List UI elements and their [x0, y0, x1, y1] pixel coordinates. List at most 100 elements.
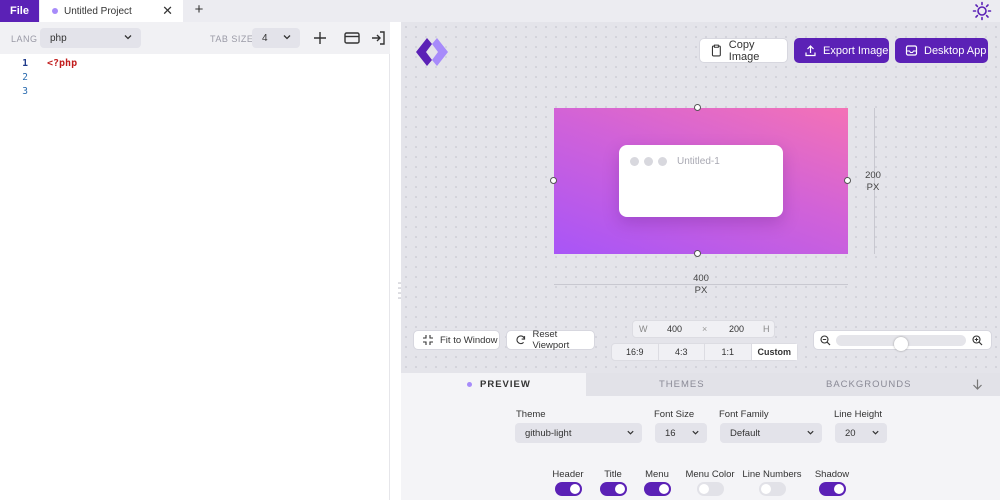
zoom-slider[interactable]: [836, 335, 966, 351]
chevron-down-icon: [872, 430, 879, 435]
settings-panel: PREVIEW THEMES BACKGROUNDS Theme github-…: [401, 373, 1000, 500]
height-value: 200: [865, 170, 881, 181]
card-icon[interactable]: [343, 29, 361, 47]
desktop-app-button[interactable]: Desktop App: [895, 38, 988, 63]
tabsize-value: 4: [262, 32, 268, 44]
chevron-down-icon: [627, 430, 634, 435]
toggle-line-numbers[interactable]: [759, 482, 786, 496]
editor-toolbar: LANG php TAB SIZE 4: [0, 22, 390, 54]
tab-untitled-project[interactable]: Untitled Project ✕: [40, 0, 183, 22]
tab-preview-label: PREVIEW: [480, 379, 531, 390]
line-height-select[interactable]: 20: [835, 423, 887, 443]
toggle-knob: [570, 484, 580, 494]
unsaved-dot-icon: [52, 8, 58, 14]
toggle-menu[interactable]: [644, 482, 671, 496]
height-input[interactable]: 200: [729, 324, 744, 334]
window-dot: [630, 157, 639, 166]
height-unit: PX: [866, 182, 880, 193]
sun-icon[interactable]: [972, 1, 992, 21]
tab-themes[interactable]: THEMES: [659, 373, 705, 396]
toggle-menu-color[interactable]: [697, 482, 724, 496]
toggle-title[interactable]: [600, 482, 627, 496]
width-input[interactable]: 400: [667, 324, 682, 334]
lang-value: php: [50, 32, 67, 44]
fit-to-window-label: Fit to Window: [440, 334, 498, 346]
toggle-knob: [699, 484, 709, 494]
font-size-value: 16: [665, 427, 676, 439]
theme-label: Theme: [516, 409, 546, 420]
image-canvas[interactable]: Untitled-1: [550, 104, 851, 257]
font-size-select[interactable]: 16: [655, 423, 707, 443]
upload-icon: [805, 45, 816, 57]
plus-icon[interactable]: [311, 29, 329, 47]
reset-viewport-button[interactable]: Reset Viewport: [506, 329, 595, 351]
tab-preview[interactable]: PREVIEW: [401, 373, 586, 396]
code-window-preview: Untitled-1: [619, 145, 783, 217]
line-height-value: 20: [845, 427, 856, 439]
ratio-16-9-button[interactable]: 16:9: [612, 344, 659, 360]
font-family-value: Default: [730, 427, 761, 439]
lang-label: LANG: [11, 34, 38, 44]
line-number-gutter: 1 2 3: [0, 58, 36, 100]
toggle-header[interactable]: [555, 482, 582, 496]
line-number: 2: [22, 72, 28, 83]
toggle-knob: [834, 484, 844, 494]
lang-select[interactable]: php: [40, 28, 141, 48]
toggle-knob: [615, 484, 625, 494]
tabsize-select[interactable]: 4: [252, 28, 300, 48]
line-number: 3: [22, 86, 28, 97]
resize-handle-left[interactable]: [550, 177, 557, 184]
toggle-knob: [659, 484, 669, 494]
theme-select[interactable]: github-light: [515, 423, 642, 443]
toggle-label-line-numbers: Line Numbers: [742, 469, 802, 480]
zoom-in-icon[interactable]: [972, 335, 983, 346]
zoom-out-icon[interactable]: [820, 335, 831, 346]
resize-handle-right[interactable]: [844, 177, 851, 184]
login-icon[interactable]: [369, 29, 387, 47]
app-logo: [416, 38, 448, 66]
code-line[interactable]: <?php: [47, 58, 77, 69]
width-unit: PX: [694, 285, 708, 296]
aspect-ratio-group: 16:9 4:3 1:1 Custom: [611, 343, 798, 361]
inbox-icon: [905, 45, 918, 56]
ratio-custom-button[interactable]: Custom: [751, 344, 797, 360]
height-dimension-label: 200 PX: [860, 170, 886, 194]
resize-handle-bottom[interactable]: [694, 250, 701, 257]
active-dot-icon: [467, 382, 472, 387]
arrow-down-icon[interactable]: [971, 378, 984, 391]
times-icon: ×: [702, 324, 708, 334]
export-image-label: Export Image: [823, 44, 889, 57]
line-number: 1: [22, 58, 28, 69]
toggle-shadow[interactable]: [819, 482, 846, 496]
size-inputs: W 400 × 200 H: [632, 320, 775, 338]
fit-to-window-button[interactable]: Fit to Window: [413, 330, 500, 350]
toggle-knob: [761, 484, 771, 494]
line-height-label: Line Height: [834, 409, 883, 420]
close-tab-icon[interactable]: ✕: [162, 3, 173, 19]
zoom-slider-thumb[interactable]: [894, 337, 908, 351]
reset-viewport-label: Reset Viewport: [532, 329, 570, 351]
export-image-button[interactable]: Export Image: [794, 38, 889, 63]
resize-handle-top[interactable]: [694, 104, 701, 111]
tab-title: Untitled Project: [64, 5, 132, 17]
ratio-1-1-button[interactable]: 1:1: [705, 344, 752, 360]
file-menu-button[interactable]: File: [0, 0, 39, 22]
chevron-down-icon: [283, 35, 291, 40]
chevron-down-icon: [124, 35, 132, 40]
font-size-label: Font Size: [654, 409, 695, 420]
tabsize-label: TAB SIZE: [210, 34, 254, 44]
window-title: Untitled-1: [677, 156, 720, 167]
desktop-app-label: Desktop App: [924, 44, 987, 57]
font-family-select[interactable]: Default: [720, 423, 822, 443]
width-dimension-label: 400 PX: [687, 273, 715, 297]
width-input-label: W: [639, 324, 648, 334]
toggle-label-menu: Menu: [645, 469, 669, 480]
tab-backgrounds[interactable]: BACKGROUNDS: [826, 373, 911, 396]
code-editor-panel: LANG php TAB SIZE 4 1 2 3 <?php: [0, 22, 390, 500]
ratio-4-3-button[interactable]: 4:3: [659, 344, 705, 360]
window-dot: [644, 157, 653, 166]
new-tab-button[interactable]: +: [190, 1, 208, 18]
zoom-control: [813, 330, 992, 351]
copy-image-button[interactable]: Copy Image: [699, 38, 788, 63]
chevron-down-icon: [807, 430, 814, 435]
